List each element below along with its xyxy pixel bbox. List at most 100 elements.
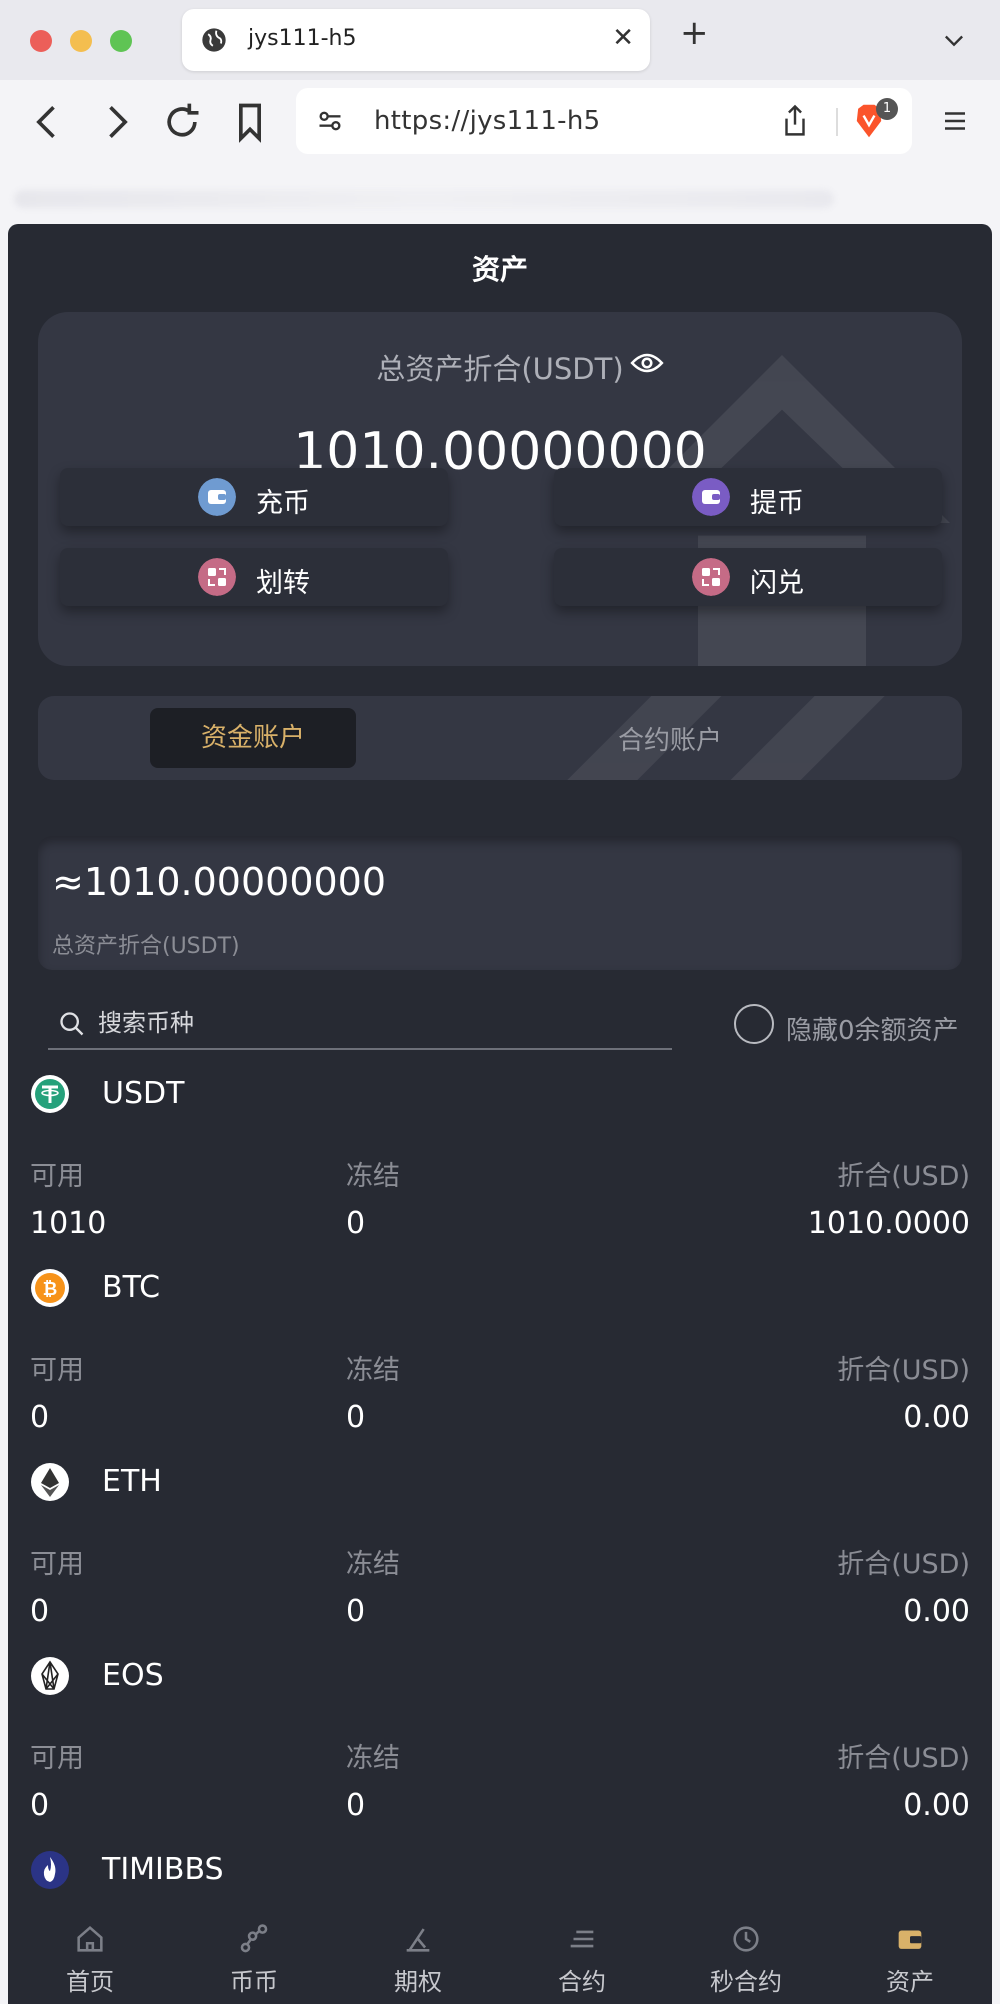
deposit-button[interactable]: 充币 — [60, 468, 448, 526]
site-settings-icon[interactable] — [316, 107, 344, 135]
coin-row-eth[interactable]: ETH 可用 冻结 折合(USD) 0 0 0.00 — [30, 1462, 970, 1656]
ethereum-icon — [31, 1463, 69, 1501]
coin-row-usdt[interactable]: USDT 可用 冻结 折合(USD) 1010 0 1010.0000 — [30, 1074, 970, 1268]
url-text: https://jys111-h5 — [374, 106, 601, 136]
browser-tab[interactable]: jys111-h5 ✕ — [182, 9, 650, 71]
minimize-window-button[interactable] — [70, 30, 92, 52]
chart-nodes-icon — [240, 1924, 268, 1953]
close-window-button[interactable] — [30, 30, 52, 52]
flash-exchange-button[interactable]: 闪兑 — [554, 548, 942, 606]
extension-badge: 1 — [876, 98, 898, 120]
nav-options[interactable]: 期权 — [358, 1922, 478, 1997]
nav-spot-label: 币币 — [230, 1968, 278, 1996]
coin-name: TIMIBBS — [102, 1852, 224, 1887]
coin-row-btc[interactable]: ₿ BTC 可用 冻结 折合(USD) 0 0 0.00 — [30, 1268, 970, 1462]
tab-bar: jys111-h5 ✕ + — [0, 0, 1000, 80]
globe-icon — [202, 28, 226, 52]
available-value: 0 — [30, 1788, 50, 1823]
nav-options-label: 期权 — [394, 1968, 442, 1996]
zoom-window-button[interactable] — [110, 30, 132, 52]
coin-name: BTC — [102, 1270, 161, 1305]
forward-icon[interactable] — [94, 100, 138, 144]
page-title: 资产 — [471, 253, 528, 286]
converted-value: 0.00 — [903, 1788, 970, 1823]
assets-icon — [898, 1930, 922, 1949]
coin-name: USDT — [102, 1076, 185, 1111]
browser-toolbar: https://jys111-h5 1 — [0, 80, 1000, 164]
address-bar[interactable]: https://jys111-h5 1 — [296, 88, 912, 154]
chevron-down-icon[interactable] — [940, 26, 968, 54]
available-value: 1010 — [30, 1206, 107, 1241]
frozen-label: 冻结 — [346, 1355, 400, 1386]
tab-contract-account[interactable]: 合约账户 — [618, 720, 722, 757]
nav-home[interactable]: 首页 — [30, 1922, 150, 1997]
frozen-label: 冻结 — [346, 1743, 400, 1774]
coin-row-timibbs[interactable]: TIMIBBS — [30, 1850, 970, 1910]
browser-window: jys111-h5 ✕ + https://jys111-h5 1 资产 总资产… — [0, 0, 1000, 2004]
home-icon — [77, 1925, 103, 1952]
coin-name: ETH — [102, 1464, 162, 1499]
contract-icon — [570, 1930, 594, 1948]
frozen-value: 0 — [346, 1400, 366, 1435]
coin-search — [48, 1000, 672, 1050]
converted-value: 1010.0000 — [807, 1206, 970, 1241]
menu-icon[interactable] — [940, 106, 970, 136]
account-total-label: 总资产折合(USDT) — [52, 934, 240, 959]
bottom-nav: 首页 币币 期权 合约 秒合约 资产 — [8, 1914, 992, 2004]
share-icon[interactable] — [780, 104, 810, 138]
reload-icon[interactable] — [160, 100, 204, 144]
transfer-icon — [198, 558, 236, 596]
frozen-value: 0 — [346, 1788, 366, 1823]
search-icon — [60, 1012, 84, 1036]
nav-contract[interactable]: 合约 — [522, 1922, 642, 1997]
converted-label: 折合(USD) — [837, 1549, 970, 1580]
withdraw-label: 提币 — [750, 488, 804, 519]
hide-zero-label: 隐藏0余额资产 — [786, 1016, 959, 1046]
tab-title: jys111-h5 — [248, 26, 357, 51]
converted-label: 折合(USD) — [837, 1355, 970, 1386]
eos-icon — [31, 1657, 69, 1695]
flame-icon — [31, 1851, 69, 1889]
converted-label: 折合(USD) — [837, 1743, 970, 1774]
frozen-label: 冻结 — [346, 1161, 400, 1192]
hide-zero-radio[interactable] — [734, 1004, 774, 1044]
total-assets-card: 总资产折合(USDT) 1010.00000000 充币 提币 划转 闪兑 — [38, 312, 962, 666]
deposit-label: 充币 — [256, 488, 310, 519]
nav-spot[interactable]: 币币 — [194, 1922, 314, 1997]
toolbar-divider — [836, 108, 838, 136]
transfer-button[interactable]: 划转 — [60, 548, 448, 606]
nav-contract-label: 合约 — [558, 1968, 606, 1996]
available-label: 可用 — [30, 1743, 84, 1774]
account-total-amount: ≈1010.00000000 — [52, 860, 387, 904]
coin-row-eos[interactable]: EOS 可用 冻结 折合(USD) 0 0 0.00 — [30, 1656, 970, 1850]
blurred-strip — [14, 190, 834, 208]
nav-assets[interactable]: 资产 — [850, 1922, 970, 1997]
close-tab-icon[interactable]: ✕ — [612, 23, 634, 53]
total-assets-label-text: 总资产折合(USDT) — [376, 352, 624, 386]
eye-icon[interactable] — [630, 350, 664, 376]
withdraw-button[interactable]: 提币 — [554, 468, 942, 526]
frozen-label: 冻结 — [346, 1549, 400, 1580]
options-icon — [406, 1928, 430, 1952]
tab-funding-account[interactable]: 资金账户 — [150, 708, 356, 768]
account-tabs: 资金账户 合约账户 — [38, 696, 962, 780]
nav-assets-label: 资产 — [886, 1968, 934, 1996]
tether-icon — [31, 1075, 69, 1113]
converted-value: 0.00 — [903, 1400, 970, 1435]
frozen-value: 0 — [346, 1206, 366, 1241]
wallet-deposit-icon — [198, 478, 236, 516]
new-tab-button[interactable]: + — [680, 16, 709, 50]
nav-seconds-contract[interactable]: 秒合约 — [686, 1922, 806, 1997]
back-icon[interactable] — [26, 100, 70, 144]
available-value: 0 — [30, 1594, 50, 1629]
converted-label: 折合(USD) — [837, 1161, 970, 1192]
transfer-label: 划转 — [256, 568, 310, 599]
bitcoin-icon: ₿ — [31, 1269, 69, 1307]
bookmark-icon[interactable] — [228, 100, 272, 144]
search-input[interactable] — [98, 1006, 658, 1040]
available-label: 可用 — [30, 1161, 84, 1192]
nav-seconds-contract-label: 秒合约 — [710, 1968, 782, 1996]
flash-exchange-label: 闪兑 — [750, 568, 804, 599]
available-value: 0 — [30, 1400, 50, 1435]
available-label: 可用 — [30, 1355, 84, 1386]
